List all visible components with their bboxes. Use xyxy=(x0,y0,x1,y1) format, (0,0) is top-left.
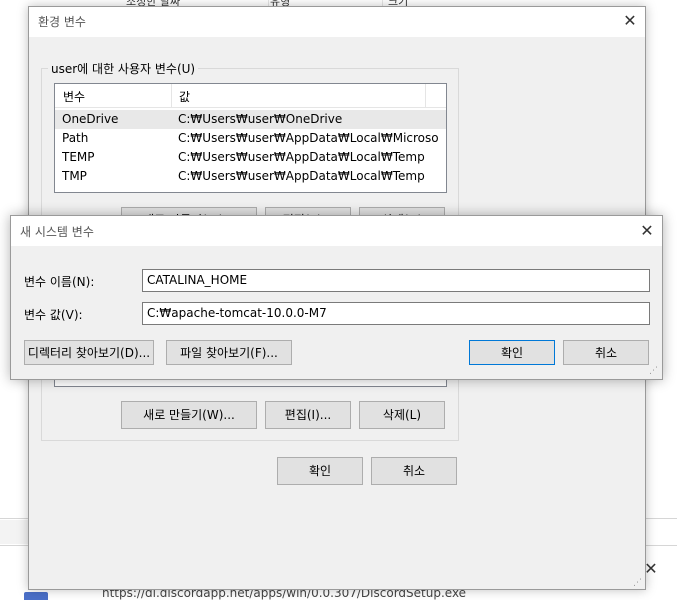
list-header: 변수 값 xyxy=(55,84,446,108)
ok-button[interactable]: 확인 xyxy=(277,457,363,485)
variable-value: C:₩Users₩user₩OneDrive xyxy=(178,112,343,126)
user-variables-list[interactable]: 변수 값 OneDrive C:₩Users₩user₩OneDrive Pat… xyxy=(54,83,447,193)
resize-grip-icon[interactable]: ⋰ xyxy=(649,366,659,376)
download-app-icon xyxy=(24,592,48,600)
list-row[interactable]: OneDrive C:₩Users₩user₩OneDrive xyxy=(55,110,446,129)
system-edit-button[interactable]: 편집(I)... xyxy=(265,401,351,429)
new-system-variable-dialog: 새 시스템 변수 ✕ 변수 이름(N): CATALINA_HOME 변수 값(… xyxy=(10,215,663,380)
variable-name: OneDrive xyxy=(62,112,119,126)
dialog-title: 새 시스템 변수 xyxy=(20,225,94,239)
variable-value: C:₩Users₩user₩AppData₩Local₩Temp xyxy=(178,150,425,164)
column-header-name[interactable]: 변수 xyxy=(63,88,85,105)
close-icon[interactable]: ✕ xyxy=(637,221,657,241)
system-new-button[interactable]: 새로 만들기(W)... xyxy=(121,401,257,429)
list-row[interactable]: TMP C:₩Users₩user₩AppData₩Local₩Temp xyxy=(55,167,446,186)
browse-file-button[interactable]: 파일 찾아보기(F)... xyxy=(166,340,292,365)
variable-value-input[interactable]: C:₩apache-tomcat-10.0.0-M7 xyxy=(142,302,650,325)
close-icon[interactable]: ✕ xyxy=(620,11,640,31)
column-separator[interactable] xyxy=(171,84,172,108)
background-panel xyxy=(0,520,30,544)
list-row[interactable]: TEMP C:₩Users₩user₩AppData₩Local₩Temp xyxy=(55,148,446,167)
variable-name-label: 변수 이름(N): xyxy=(24,275,95,289)
variable-name-input[interactable]: CATALINA_HOME xyxy=(142,269,650,292)
dialog-titlebar: 새 시스템 변수 ✕ xyxy=(11,216,662,246)
variable-value-label: 변수 값(V): xyxy=(24,308,83,322)
user-variables-group-label: user에 대한 사용자 변수(U) xyxy=(48,60,199,77)
column-separator[interactable] xyxy=(425,84,426,108)
column-header-value[interactable]: 값 xyxy=(179,88,190,105)
cancel-button[interactable]: 취소 xyxy=(563,340,649,365)
list-row[interactable]: Path C:₩Users₩user₩AppData₩Local₩Microso… xyxy=(55,129,446,148)
dialog-title: 환경 변수 xyxy=(38,15,86,29)
resize-grip-icon[interactable]: ⋰ xyxy=(633,578,643,588)
browse-directory-button[interactable]: 디렉터리 찾아보기(D)... xyxy=(24,340,154,365)
variable-name: Path xyxy=(62,131,89,145)
dialog-titlebar: 환경 변수 ✕ xyxy=(29,7,645,37)
variable-name: TEMP xyxy=(62,150,95,164)
ok-button[interactable]: 확인 xyxy=(469,340,555,365)
variable-value: C:₩Users₩user₩AppData₩Local₩Microsoft... xyxy=(178,131,438,145)
cancel-button[interactable]: 취소 xyxy=(371,457,457,485)
system-delete-button[interactable]: 삭제(L) xyxy=(359,401,445,429)
variable-name: TMP xyxy=(62,169,87,183)
variable-value: C:₩Users₩user₩AppData₩Local₩Temp xyxy=(178,169,425,183)
